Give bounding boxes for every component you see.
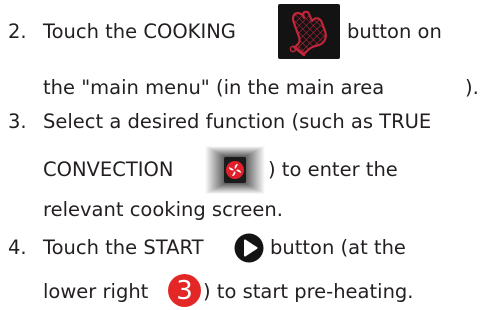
true-convection-button-image (205, 146, 265, 194)
step-4-text-line1-before: Touch the START (43, 236, 204, 259)
step-3-number: 3. (8, 110, 27, 133)
step-2-text-line2: the "main menu" (in the main area (43, 76, 385, 99)
badge-number: 3 (176, 276, 193, 306)
step-2-text-line1-before: Touch the COOKING (43, 20, 236, 43)
step-2-number: 2. (8, 20, 27, 43)
step-4-text-line2-before: lower right (43, 280, 149, 303)
number-3-badge: 3 (168, 274, 201, 307)
step-3-text-line2-before: CONVECTION (43, 158, 174, 181)
step-3-text-line1: Select a desired function (such as TRUE (43, 110, 432, 133)
step-2-text-line1-after: button on (347, 20, 442, 43)
step-3-text-line3: relevant cooking screen. (43, 198, 283, 221)
step-4-text-line1-after: button (at the (270, 236, 406, 259)
step-2-text-line2-end: ). (465, 76, 479, 99)
fan-icon (205, 146, 265, 194)
cooking-button-image (278, 4, 340, 59)
oven-mitt-icon (289, 10, 327, 57)
step-4-text-line2-after: ) to start pre-heating. (203, 280, 414, 303)
start-button-image (234, 233, 264, 263)
play-icon (234, 233, 264, 263)
step-4-number: 4. (8, 236, 27, 259)
step-3-text-line2-after: ) to enter the (268, 158, 398, 181)
